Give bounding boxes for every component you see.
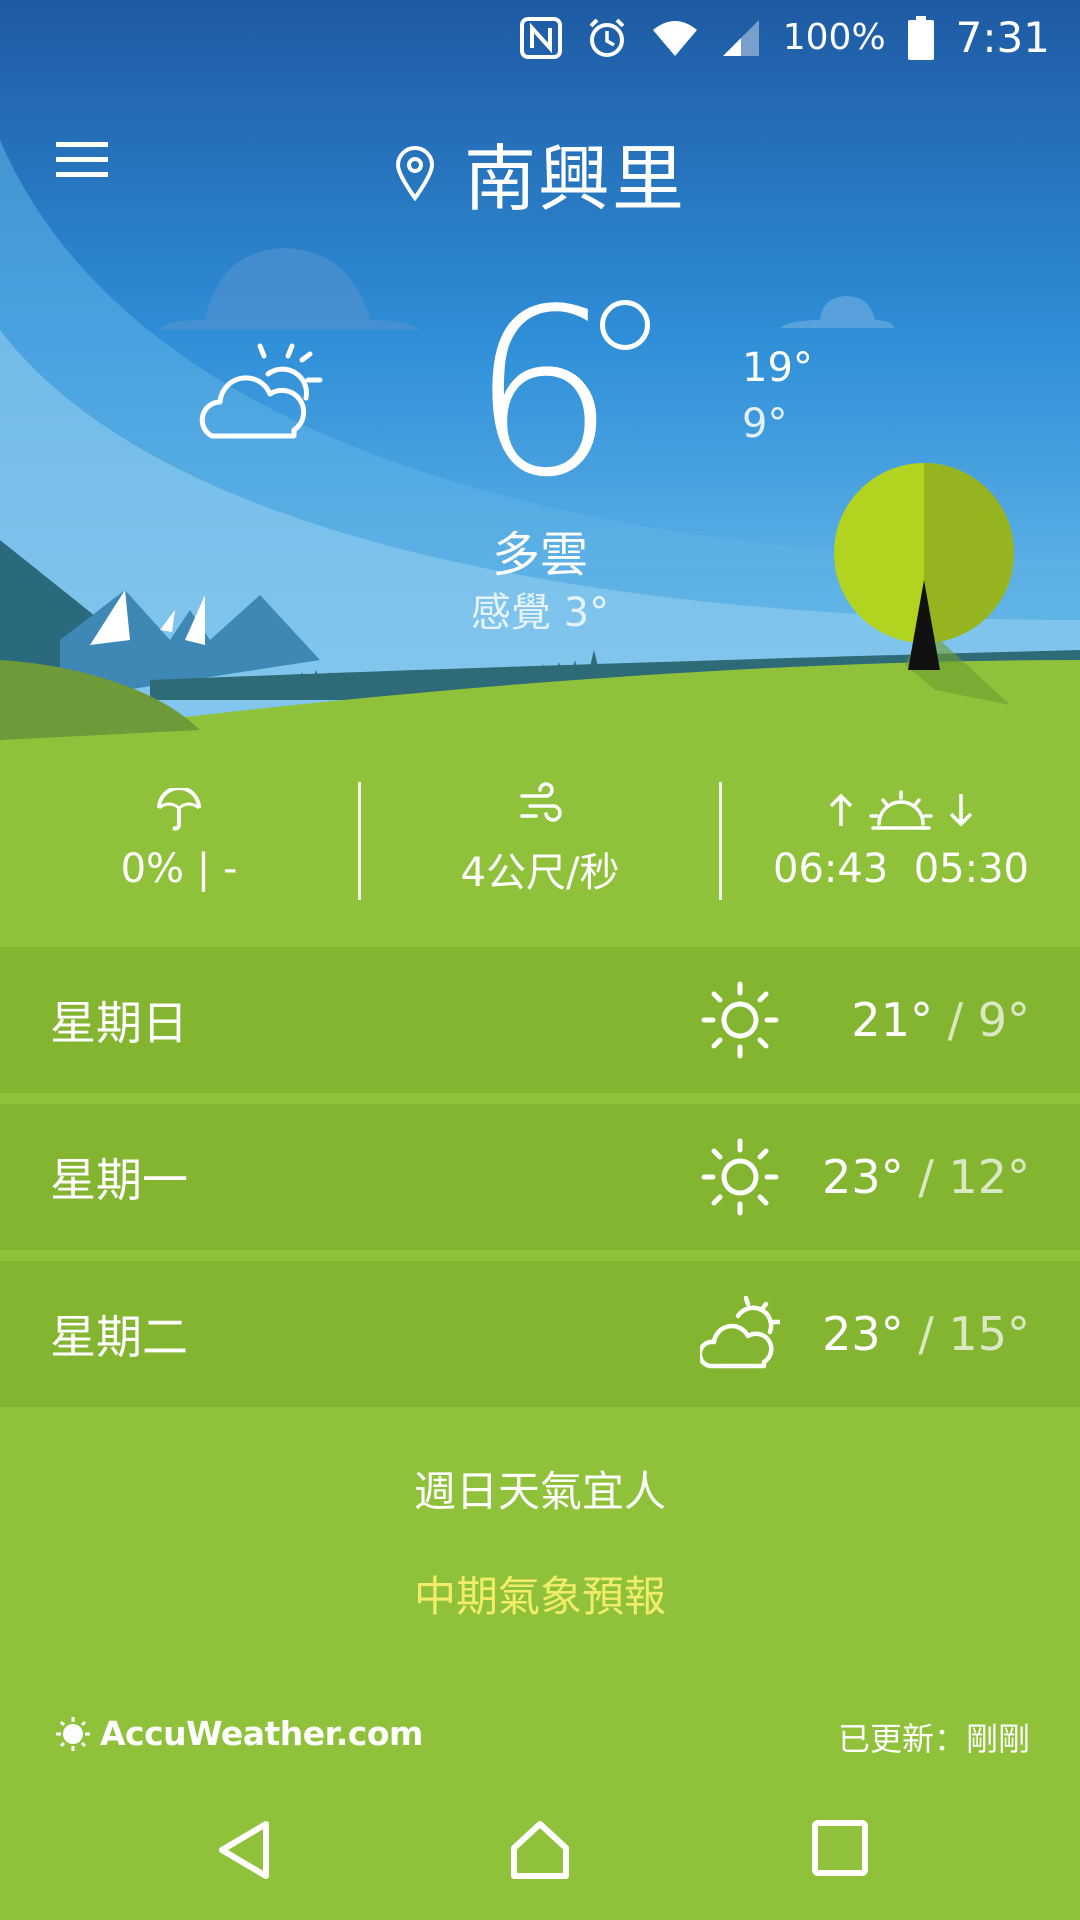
last-updated: 已更新：剛剛: [837, 1720, 1030, 1758]
partly-cloudy-icon: [700, 1295, 780, 1369]
precipitation-value: 0% | -: [120, 846, 238, 892]
sun-times-value: 06:43 05:30: [773, 846, 1029, 892]
app-header: 南興里: [0, 110, 1080, 221]
accuweather-logo[interactable]: AccuWeather.com: [56, 1714, 423, 1753]
umbrella-icon: [157, 788, 201, 831]
battery-percent: 100%: [782, 17, 886, 58]
forecast-row[interactable]: 星期二 23° / 15°: [0, 1261, 1080, 1407]
brand-name: AccuWeather.com: [100, 1714, 423, 1753]
precipitation-stat: 0% | -: [0, 760, 358, 920]
location-name: 南興里: [463, 137, 686, 221]
status-bar: 100% 7:31: [0, 0, 1080, 75]
forecast-row[interactable]: 星期日 21° / 9°: [0, 947, 1080, 1093]
signal-icon: [722, 19, 759, 56]
wind-value: 4公尺/秒: [460, 850, 620, 896]
battery-icon: [907, 15, 934, 60]
forecast-high: 23°: [822, 1150, 904, 1204]
sunny-icon: [701, 1138, 779, 1216]
forecast-day: 星期一: [50, 1153, 188, 1207]
system-navigation-bar: [0, 1790, 1080, 1920]
sun-logo-icon: [56, 1716, 90, 1751]
forecast-low: 12°: [948, 1150, 1030, 1204]
high-temperature: 19°: [742, 345, 813, 391]
wind-stat: 4公尺/秒: [361, 760, 719, 920]
sunset-time: 05:30: [913, 846, 1029, 892]
clock: 7:31: [955, 13, 1050, 62]
extended-forecast-link[interactable]: 中期氣象預報: [0, 1563, 1080, 1624]
degree-symbol: [600, 300, 650, 350]
alarm-icon: [589, 18, 625, 57]
weather-stats: 0% | - 4公尺/秒 06:43 05:30: [0, 760, 1080, 920]
forecast-low: 15°: [948, 1307, 1030, 1361]
feels-like: 感覺 3°: [470, 590, 610, 636]
weather-condition: 多雲: [491, 527, 588, 583]
partly-cloudy-icon: [199, 343, 323, 439]
home-icon[interactable]: [508, 1818, 572, 1882]
forecast-temps: 23° / 15°: [822, 1307, 1030, 1361]
forecast-temps: 21° / 9°: [851, 993, 1030, 1047]
forecast-high: 23°: [822, 1307, 904, 1361]
sun-times-stat: 06:43 05:30: [722, 760, 1080, 920]
wifi-icon: [652, 20, 697, 56]
sunrise-time: 06:43: [773, 846, 889, 892]
forecast-high: 21°: [851, 993, 933, 1047]
weather-summary: 週日天氣宜人: [413, 1467, 666, 1516]
current-temperature: 6: [470, 261, 617, 528]
high-low-temperatures: 19° 9°: [742, 340, 813, 452]
location-pin-icon: [395, 145, 434, 201]
forecast-low: 9°: [977, 993, 1030, 1047]
back-icon[interactable]: [214, 1818, 274, 1882]
wind-icon: [520, 782, 562, 822]
recent-apps-icon[interactable]: [810, 1818, 870, 1878]
daily-forecast-list: 星期日 21° / 9° 星期一 23° / 12° 星期二 23° / 15°: [0, 947, 1080, 1418]
sunny-icon: [701, 981, 779, 1059]
forecast-row[interactable]: 星期一 23° / 12°: [0, 1104, 1080, 1250]
location-selector[interactable]: 南興里: [0, 120, 1080, 225]
forecast-temps: 23° / 12°: [822, 1150, 1030, 1204]
nfc-icon: [519, 16, 562, 59]
sunrise-sunset-icon: [829, 790, 973, 830]
forecast-day: 星期日: [50, 996, 188, 1050]
low-temperature: 9°: [742, 401, 788, 447]
forecast-day: 星期二: [50, 1310, 188, 1364]
